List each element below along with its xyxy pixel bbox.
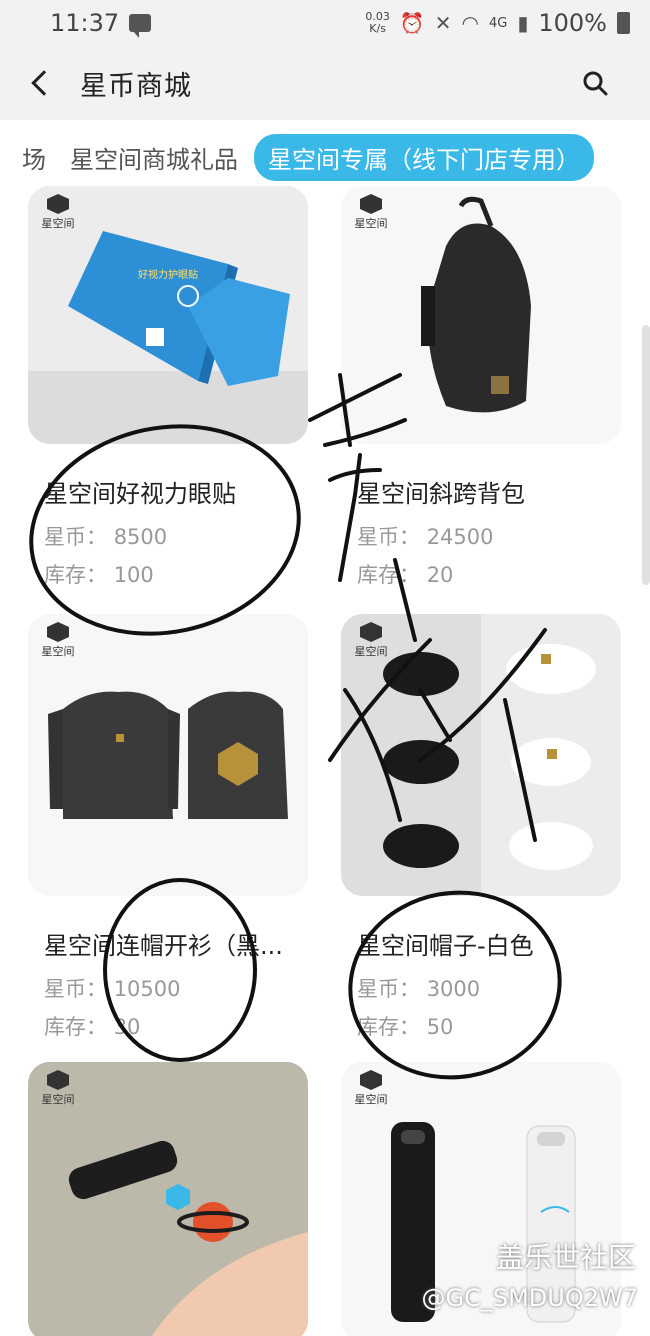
search-icon[interactable] [582, 70, 608, 96]
app-header: 星币商城 [0, 46, 650, 120]
product-card[interactable]: 好视力护眼贴 星空间 星空间好视力眼贴 星币： 8500 库存： 100 [28, 186, 308, 589]
price-value: 10500 [113, 977, 181, 1001]
battery-level: 100% [538, 9, 607, 37]
tab-exclusive[interactable]: 星空间专属（线下门店专用） [254, 133, 594, 181]
brand-logo-text: 星空间 [354, 217, 388, 230]
net-speed: 0.03 K/s [365, 11, 390, 35]
product-price: 星币： 10500 [28, 973, 308, 1003]
price-label: 星币： [44, 977, 107, 1001]
product-price: 星币： 3000 [341, 973, 621, 1003]
product-card[interactable]: 星空间 星空间斜跨背包 星币： 24500 库存： 20 [341, 186, 621, 589]
watermark-community: 盖乐世社区 [495, 1241, 636, 1274]
stock-value: 30 [113, 1015, 141, 1039]
brand-logo-text: 星空间 [354, 645, 388, 658]
stock-value: 100 [113, 563, 154, 587]
eye-patch-box-text: 好视力护眼贴 [138, 268, 198, 281]
signal-icon: ▮ [517, 11, 529, 35]
mute-icon: ✕ [434, 11, 452, 35]
product-image[interactable]: 星空间 [341, 186, 621, 444]
product-image[interactable]: 星空间 [28, 614, 308, 896]
net-speed-unit: K/s [369, 22, 386, 35]
product-image[interactable]: 星空间 [28, 1062, 308, 1336]
brand-logo-text: 星空间 [41, 217, 75, 230]
product-name: 星空间斜跨背包 [357, 480, 525, 508]
wifi-icon: ◠ [461, 11, 479, 35]
stock-label: 库存： [357, 1015, 420, 1039]
product-name: 星空间帽子-白色 [357, 932, 534, 960]
product-image[interactable]: 好视力护眼贴 星空间 [28, 186, 308, 444]
brand-logo: 星空间 [349, 1070, 393, 1110]
product-price: 星币： 24500 [341, 521, 621, 551]
brand-logo: 星空间 [349, 194, 393, 234]
brand-logo-text: 星空间 [354, 1093, 388, 1106]
back-icon[interactable] [10, 46, 70, 120]
price-value: 8500 [113, 525, 168, 549]
price-value: 24500 [426, 525, 494, 549]
product-stock: 库存： 30 [28, 1011, 308, 1041]
stock-value: 20 [426, 563, 454, 587]
product-card[interactable]: 星空间 [28, 1062, 308, 1336]
status-time: 11:37 [50, 9, 120, 37]
stock-label: 库存： [44, 1015, 107, 1039]
stock-label: 库存： [44, 563, 107, 587]
status-bar: 11:37 0.03 K/s ⏰ ✕ ◠ 4G ▮ 100% [0, 0, 650, 46]
message-icon [129, 14, 152, 38]
brand-logo: 星空间 [36, 622, 80, 662]
tab-mall-gifts[interactable]: 星空间商城礼品 [58, 140, 250, 175]
product-image[interactable]: 星空间 [341, 614, 621, 896]
status-right: 0.03 K/s ⏰ ✕ ◠ 4G ▮ 100% [365, 9, 630, 37]
product-card[interactable]: 星空间 星空间连帽开衫（黑... 星币： 10500 库存： 30 [28, 614, 308, 1041]
product-stock: 库存： 50 [341, 1011, 621, 1041]
brand-logo: 星空间 [36, 194, 80, 234]
brand-logo-text: 星空间 [41, 645, 75, 658]
price-value: 3000 [426, 977, 481, 1001]
page-title: 星币商城 [80, 70, 192, 102]
watermark-user: @GC_SMDUQ2W7 [421, 1284, 638, 1312]
network-type: 4G [489, 15, 508, 31]
scrollbar[interactable] [642, 325, 650, 585]
battery-icon [617, 12, 630, 34]
product-name: 星空间连帽开衫（黑... [44, 932, 283, 960]
product-stock: 库存： 100 [28, 559, 308, 589]
product-card[interactable]: 星空间 星空间帽子-白色 星币： 3000 库存： 50 [341, 614, 621, 1041]
brand-logo: 星空间 [349, 622, 393, 662]
stock-label: 库存： [357, 563, 420, 587]
price-label: 星币： [357, 977, 420, 1001]
category-tabs: 场 星空间商城礼品 星空间专属（线下门店专用） [0, 120, 650, 194]
status-left: 11:37 [50, 9, 152, 38]
brand-logo: 星空间 [36, 1070, 80, 1110]
product-name: 星空间好视力眼贴 [44, 480, 236, 508]
price-label: 星币： [44, 525, 107, 549]
brand-logo-text: 星空间 [41, 1093, 75, 1106]
alarm-icon: ⏰ [399, 11, 425, 35]
product-price: 星币： 8500 [28, 521, 308, 551]
tab-partial[interactable]: 场 [0, 140, 58, 175]
stock-value: 50 [426, 1015, 454, 1039]
product-stock: 库存： 20 [341, 559, 621, 589]
price-label: 星币： [357, 525, 420, 549]
